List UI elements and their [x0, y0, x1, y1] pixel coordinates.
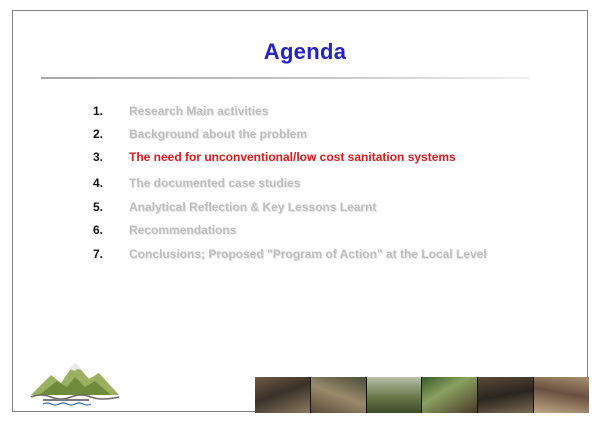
agenda-item-text: Background about the problem — [129, 127, 308, 141]
agenda-item-text: Analytical Reflection & Key Lessons Lear… — [129, 200, 377, 214]
agenda-item-text: Conclusions; Proposed "Program of Action… — [129, 247, 487, 261]
agenda-item-number: 6. — [93, 223, 104, 237]
title-divider — [41, 77, 529, 79]
slide-title: Agenda — [263, 39, 347, 64]
agenda-item-number: 1. — [93, 104, 104, 118]
photo-6 — [534, 377, 589, 413]
sanitation-photos-strip — [255, 377, 589, 413]
photo-2 — [310, 377, 367, 413]
agenda-item-text: The documented case studies — [129, 176, 301, 190]
agenda-item-number: 5. — [93, 200, 104, 214]
agenda-item-number: 7. — [93, 247, 104, 261]
agenda-item-text: Research Main activities — [129, 104, 269, 118]
agenda-item-number: 4. — [93, 176, 104, 190]
agenda-item-text: The need for unconventional/low cost san… — [129, 150, 456, 164]
agenda-item-text: Recommendations — [129, 223, 237, 237]
photo-5 — [478, 377, 535, 413]
photo-4 — [422, 377, 479, 413]
mountain-water-logo-icon — [30, 363, 120, 406]
agenda-item-number: 2. — [93, 127, 104, 141]
slide: Agenda 1. Research Main activities 2. Ba… — [12, 10, 589, 413]
photo-3 — [366, 377, 423, 413]
photo-1 — [255, 377, 311, 413]
agenda-item-number: 3. — [93, 150, 104, 164]
